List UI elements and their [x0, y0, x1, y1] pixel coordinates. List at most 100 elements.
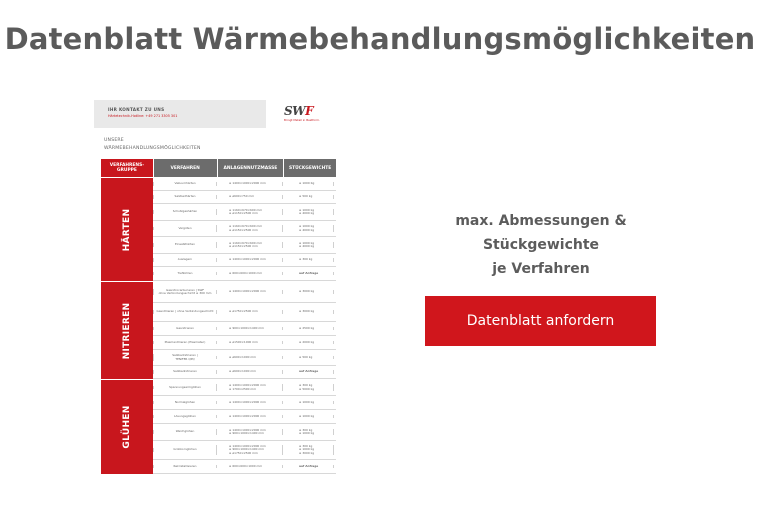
- cell-dimensions: ≤ ø1500×1000 mm: [216, 340, 282, 345]
- group-label-text: GLÜHEN: [122, 405, 132, 449]
- swf-logo-mark: SWF: [284, 104, 314, 118]
- cell-dimensions: ≤ 600×600×1000 mm: [216, 464, 282, 469]
- cell-weight: ≤ 500 kg: [282, 194, 334, 199]
- cell-weight: ≤ 2500 kg: [282, 326, 334, 331]
- table-row: Salzbadnitrieren | TENIFER QPQ ≤ ø600×100…: [153, 350, 336, 366]
- table-row: Gasnitrocarburieren | SWF ohne Verbindun…: [153, 282, 336, 303]
- cell-weight: ≤ 1000 kg ≤ 4000 kg: [282, 241, 334, 249]
- cell-weight: ≤ 500 kg: [282, 355, 334, 360]
- cell-process: Vakuumhärten: [153, 181, 216, 186]
- table-row: Vergüten ≤ 1160×670×600 mm ≤ ø1150×2500 m…: [153, 221, 336, 237]
- cell-process: Gasnitrieren: [153, 326, 216, 331]
- cell-weight: ≤ 1000 kg: [282, 414, 334, 419]
- table-row: Salzbadnitrieren ≤ ø600×1000 mm auf Anfrag…: [153, 366, 336, 379]
- cell-dimensions: ≤ 1400×1000×2000 mm: [216, 400, 282, 405]
- datasheet-group: GLÜHEN Spannungsarmglühen ≤ 1400×1000×2000…: [101, 380, 336, 474]
- cell-weight: ≤ 1000 kg: [282, 400, 334, 405]
- datasheet-heading-line1: UNSERE: [104, 138, 124, 143]
- cell-dimensions: ≤ ø600×1000 mm: [216, 369, 282, 374]
- column-header-weights: STÜCKGEWICHTE: [284, 159, 337, 177]
- datasheet-group: HÄRTEN Vakuumhärten ≤ 1400×1000×2000 mm ≤ 1…: [101, 178, 336, 281]
- table-row: Plasmanitrieren (Plasmatec) ≤ ø1500×1000 …: [153, 336, 336, 350]
- page-title: Datenblatt Wärmebehandlungsmöglichkeiten: [4, 22, 756, 56]
- cell-weight: ≤ 1000 kg ≤ 4000 kg: [282, 224, 334, 232]
- datasheet-heading: UNSERE WÄRMEBEHANDLUNGSMÖGLICHKEITEN: [104, 137, 201, 153]
- cell-weight: ≤ 1000 Kg: [282, 181, 334, 186]
- cell-process: Salzbadhärten: [153, 194, 216, 199]
- cell-process: Schutzgashärten: [153, 209, 216, 214]
- cell-weight: ≤ 3000 kg: [282, 309, 334, 314]
- datasheet-caption: max. Abmessungen & Stückgewichte je Verf…: [400, 209, 682, 281]
- table-row: Einsatzhärten ≤ 1160×670×600 mm ≤ ø1150×2…: [153, 237, 336, 254]
- cell-dimensions: ≤ 1400×1000×2000 mm ≤ 1700×2500 mm: [216, 383, 282, 391]
- datasheet-contact-title: IHR KONTAKT ZU UNS: [108, 107, 165, 112]
- table-row: Rekristallisieren ≤ 600×600×1000 mm auf An…: [153, 460, 336, 474]
- table-row: Weichglühen ≤ 1400×1000×2000 mm ≤ 900×100…: [153, 424, 336, 441]
- cell-process: Grobkornglühen: [153, 447, 216, 452]
- cell-dimensions: ≤ 1160×670×600 mm ≤ ø1150×2500 mm: [216, 208, 282, 216]
- group-label-text: NITRIEREN: [122, 302, 132, 359]
- column-header-dimensions: ANLAGENNUTZMASSE: [217, 159, 284, 177]
- table-row: Auslagern ≤ 1400×1000×2000 mm ≤ 300 kg: [153, 254, 336, 267]
- cell-dimensions: ≤ 900×1000×1400 mm: [216, 326, 282, 331]
- datasheet-contact-hotline: Härtetechnik-Hotline: +49 271 3305 301: [108, 114, 178, 118]
- datasheet-heading-line2: WÄRMEBEHANDLUNGSMÖGLICHKEITEN: [104, 146, 201, 151]
- group-label: NITRIEREN: [101, 282, 153, 379]
- cell-process: Einsatzhärten: [153, 242, 216, 247]
- cell-process: Vergüten: [153, 226, 216, 231]
- cell-weight: auf Anfrage: [282, 369, 334, 374]
- request-datasheet-button[interactable]: Datenblatt anfordern: [425, 296, 656, 346]
- swf-logo: SWF Bringt Metall in Bestform.: [284, 105, 324, 125]
- cell-dimensions: ≤ 1400×1000×2000 mm: [216, 257, 282, 262]
- swf-logo-tagline: Bringt Metall in Bestform.: [284, 118, 320, 122]
- cell-weight: ≤ 300 kg ≤ 5000 kg: [282, 383, 334, 391]
- cell-process: Plasmanitrieren (Plasmatec): [153, 340, 216, 345]
- cell-process: Tiefkühlen: [153, 271, 216, 276]
- cell-weight: ≤ 300 kg ≤ 1000 kg ≤ 3000 kg: [282, 444, 334, 456]
- caption-line-1: max. Abmessungen & Stückgewichte: [455, 213, 627, 253]
- cell-dimensions: ≤ 1400×1000×2000 mm: [216, 289, 282, 294]
- cell-weight: ≤ 1000 kg ≤ 4000 kg: [282, 208, 334, 216]
- table-row: Gasnitrieren | ohne Verbindungsschicht ≤ …: [153, 303, 336, 322]
- cell-dimensions: ≤ 1160×670×600 mm ≤ ø1150×2500 mm: [216, 241, 282, 249]
- datasheet-contact-box: IHR KONTAKT ZU UNS Härtetechnik-Hotline:…: [94, 100, 266, 128]
- cell-weight: ≤ 300 kg: [282, 257, 334, 262]
- cell-dimensions: ≤ ø600×1000 mm: [216, 355, 282, 360]
- cell-dimensions: ≤ 1160×670×600 mm ≤ ø1150×2500 mm: [216, 224, 282, 232]
- cell-weight: auf Anfrage: [282, 271, 334, 276]
- table-row: Vakuumhärten ≤ 1400×1000×2000 mm ≤ 1000 Kg: [153, 178, 336, 191]
- cell-process: Weichglühen: [153, 429, 216, 434]
- cell-weight: ≤ 300 kg ≤ 1000 kg: [282, 428, 334, 436]
- table-row: Schutzgashärten ≤ 1160×670×600 mm ≤ ø1150…: [153, 204, 336, 221]
- cell-dimensions: ≤ 1400×1000×2000 mm ≤ 900×1000×1400 mm ≤…: [216, 444, 282, 456]
- cell-process: Salzbadnitrieren: [153, 369, 216, 374]
- cell-process: Rekristallisieren: [153, 464, 216, 469]
- cell-dimensions: ≤ 600×600×1000 mm: [216, 271, 282, 276]
- cell-process: Spannungsarmglühen: [153, 385, 216, 390]
- cell-process: Gasnitrocarburieren | SWF ohne Verbindun…: [153, 288, 216, 296]
- table-row: Grobkornglühen ≤ 1400×1000×2000 mm ≤ 900×…: [153, 441, 336, 460]
- cell-dimensions: ≤ 1400×1000×2000 mm: [216, 181, 282, 186]
- caption-line-2: je Verfahren: [492, 261, 590, 277]
- cell-weight: ≤ 3000 kg: [282, 289, 334, 294]
- datasheet-group: NITRIEREN Gasnitrocarburieren | SWF ohne …: [101, 282, 336, 379]
- cell-process: Normalglühen: [153, 400, 216, 405]
- table-row: Gasnitrieren ≤ 900×1000×1400 mm ≤ 2500 kg: [153, 322, 336, 336]
- cell-dimensions: ≤ ø600×750 mm: [216, 194, 282, 199]
- table-row: Salzbadhärten ≤ ø600×750 mm ≤ 500 kg: [153, 191, 336, 204]
- column-header-group: VERFAHRENS-GRUPPE: [101, 159, 153, 177]
- cell-dimensions: ≤ ø1750×2500 mm: [216, 309, 282, 314]
- cell-process: Auslagern: [153, 257, 216, 262]
- cell-process: Salzbadnitrieren | TENIFER QPQ: [153, 353, 216, 361]
- cell-weight: ≤ 2000 kg: [282, 340, 334, 345]
- cell-dimensions: ≤ 1400×1000×2000 mm: [216, 414, 282, 419]
- datasheet-table-header: VERFAHRENS-GRUPPE VERFAHREN ANLAGENNUTZM…: [101, 159, 337, 177]
- cell-process: Lösungsglühen: [153, 414, 216, 419]
- cell-dimensions: ≤ 1400×1000×2000 mm ≤ 900×1000×1400 mm: [216, 428, 282, 436]
- cell-process: Gasnitrieren | ohne Verbindungsschicht: [153, 309, 216, 314]
- datasheet-table-body: HÄRTEN Vakuumhärten ≤ 1400×1000×2000 mm ≤ 1…: [101, 178, 336, 474]
- group-label-text: HÄRTEN: [122, 208, 132, 251]
- datasheet-preview-image[interactable]: IHR KONTAKT ZU UNS Härtetechnik-Hotline:…: [94, 100, 337, 474]
- table-row: Lösungsglühen ≤ 1400×1000×2000 mm ≤ 1000 k…: [153, 410, 336, 424]
- table-row: Normalglühen ≤ 1400×1000×2000 mm ≤ 1000 kg: [153, 396, 336, 410]
